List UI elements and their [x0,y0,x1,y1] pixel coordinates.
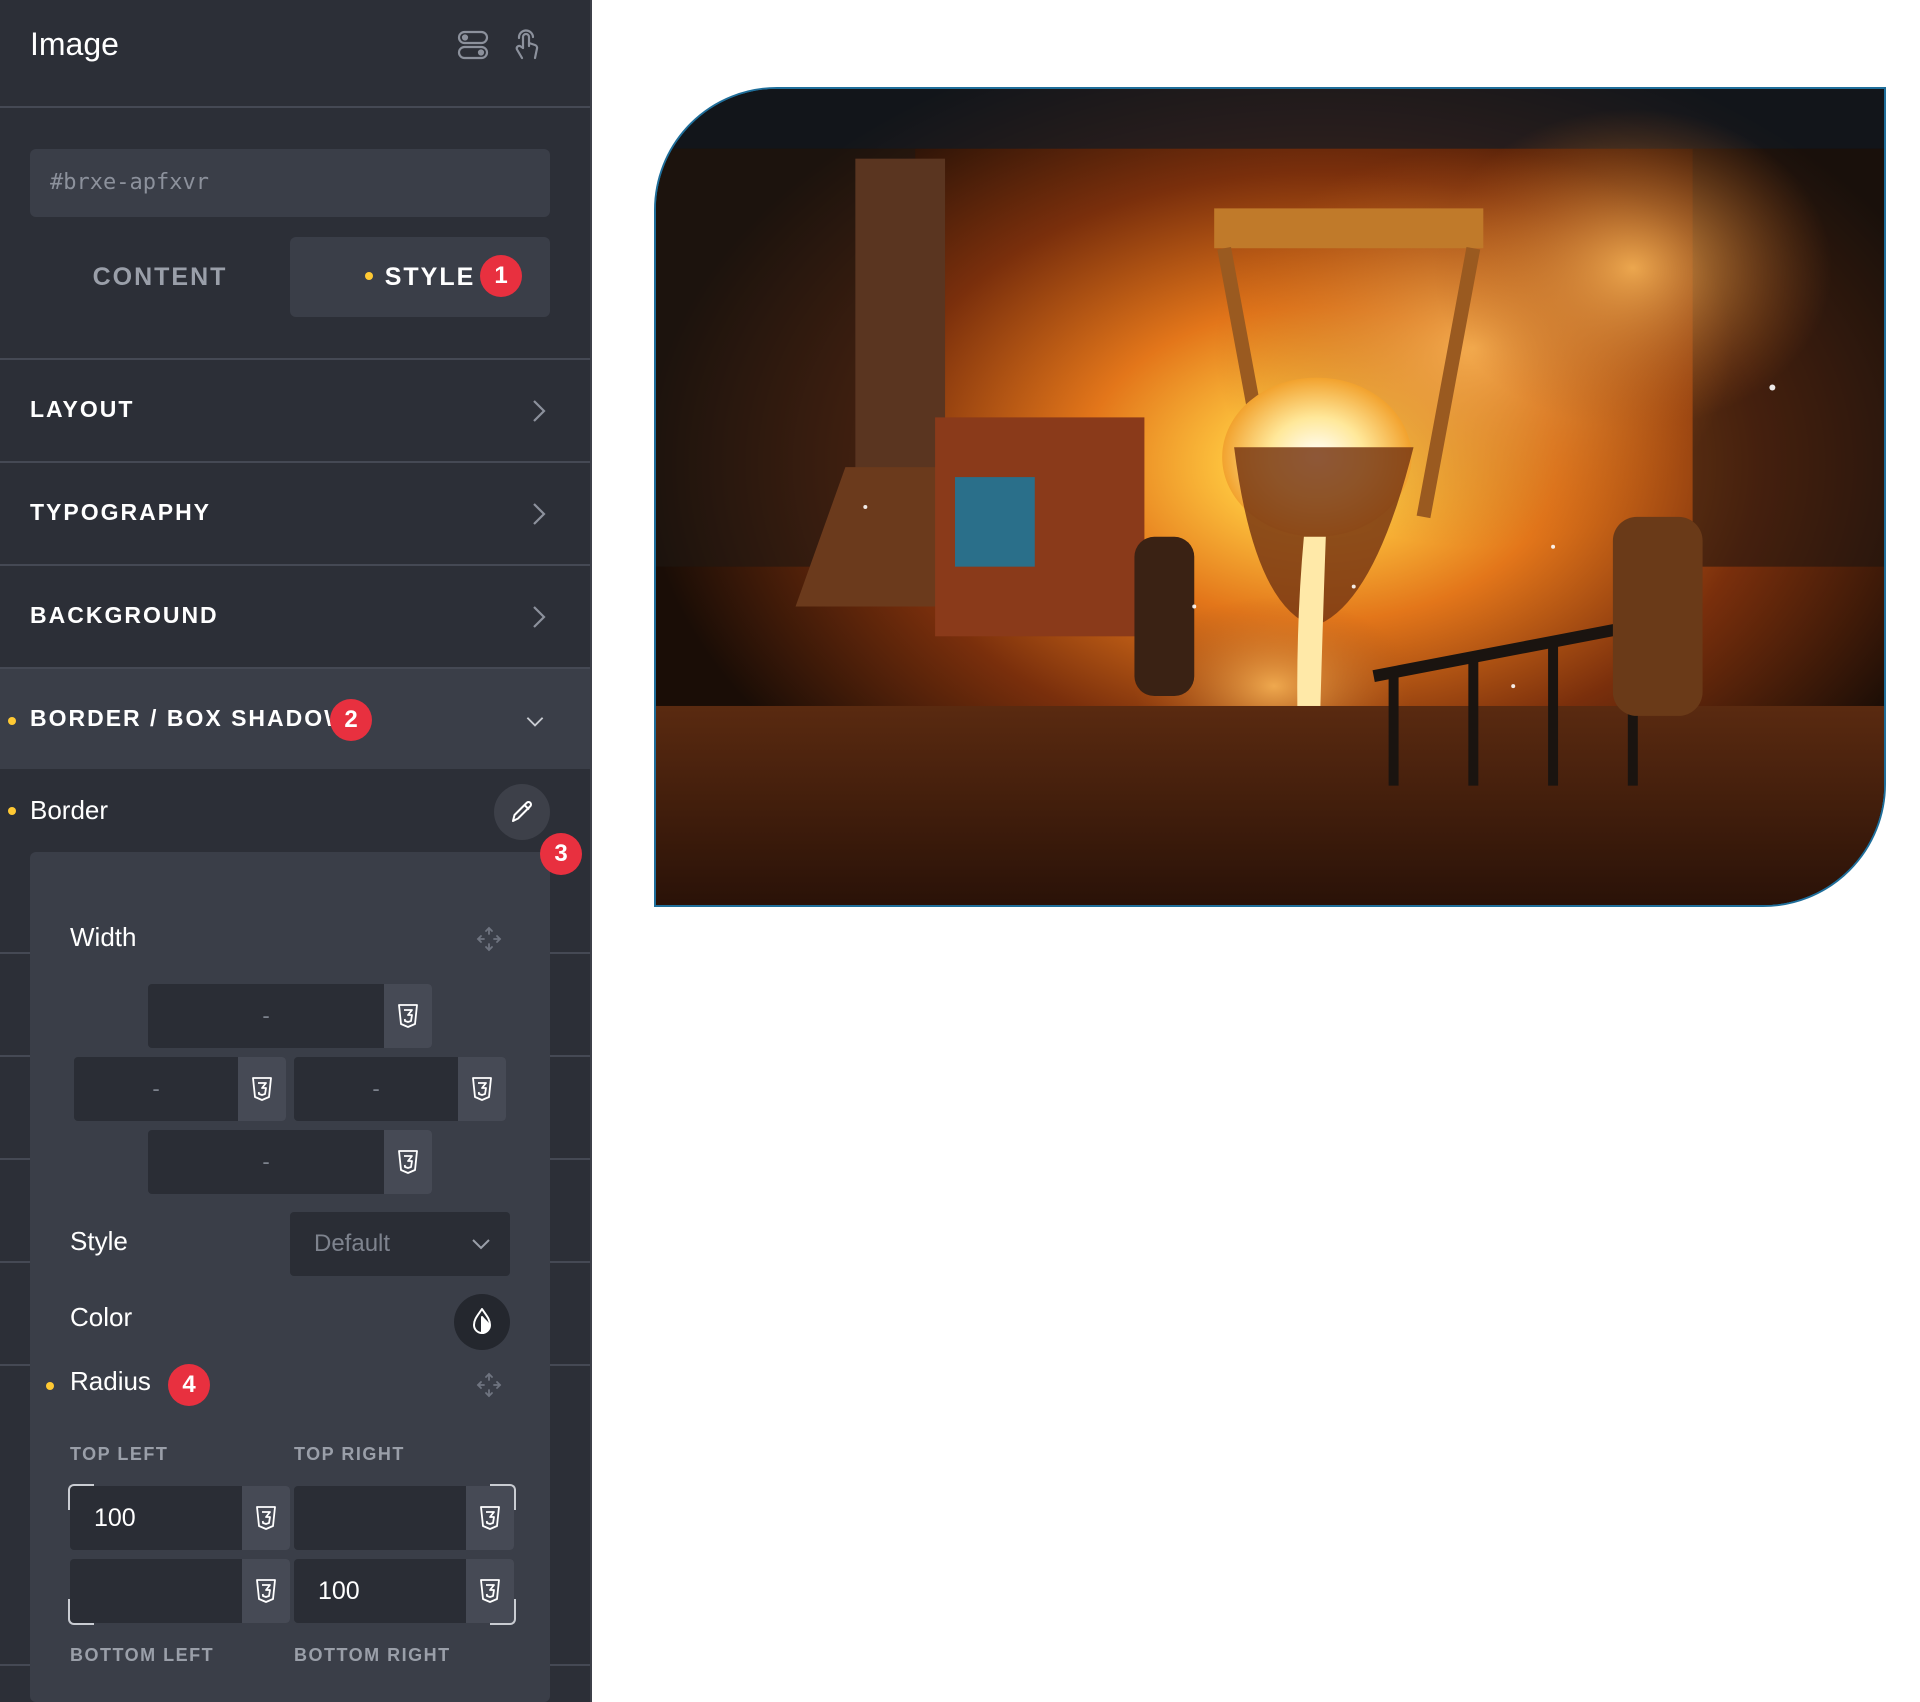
step-badge: 2 [330,699,372,741]
step-badge: 4 [168,1364,210,1406]
color-label: Color [70,1302,133,1332]
modified-dot [8,807,16,815]
style-label: Style [70,1226,128,1256]
pointer-hand-icon[interactable] [510,28,544,62]
modified-dot [46,1382,54,1390]
width-value: - [372,1076,380,1101]
css-id-input[interactable]: #brxe-apfxvr [30,149,550,217]
css3-icon[interactable] [384,1130,432,1194]
width-value: - [262,1149,270,1174]
style-select-value: Default [314,1230,391,1257]
width-value: - [262,1003,270,1028]
border-width-bottom-input[interactable]: - [148,1130,432,1194]
tab-content-label: CONTENT [92,263,228,291]
css3-icon[interactable] [458,1057,506,1121]
tab-style[interactable]: STYLE 1 [290,237,550,317]
section-layout[interactable]: LAYOUT [0,358,590,460]
radius-top-right-input[interactable] [294,1486,514,1550]
panel-title: Image [30,26,119,62]
edit-border-button[interactable] [494,784,550,840]
panel-header: Image [0,0,590,108]
radius-label: Radius [70,1366,151,1396]
border-label: Border [30,795,109,825]
step-badge: 1 [480,255,522,297]
top-left-label: TOP LEFT [70,1444,169,1464]
width-label: Width [70,922,137,952]
bottom-right-label: BOTTOM RIGHT [294,1645,451,1665]
corner-guide [68,1599,94,1625]
foundry-image[interactable] [654,87,1886,907]
section-label: BORDER / BOX SHADOW [30,705,348,731]
color-picker-button[interactable] [454,1294,510,1350]
corner-guide [68,1484,94,1510]
css3-icon[interactable] [384,984,432,1048]
corner-guide [490,1599,516,1625]
link-corners-icon[interactable] [476,1372,502,1398]
radius-value: 100 [318,1577,360,1605]
section-label: BACKGROUND [30,602,219,628]
tab-content[interactable]: CONTENT [30,237,290,317]
corner-guide [490,1484,516,1510]
section-background[interactable]: BACKGROUND [0,564,590,666]
css3-icon[interactable] [238,1057,286,1121]
foundry-photo [656,89,1884,905]
chevron-down-icon [472,1239,490,1250]
section-typography[interactable]: TYPOGRAPHY [0,461,590,563]
chevron-right-icon [528,602,550,632]
radius-bottom-left-input[interactable] [70,1559,290,1623]
section-label: LAYOUT [30,396,135,422]
bottom-left-label: BOTTOM LEFT [70,1645,215,1665]
style-panel: Image #brxe-apfxvr CONTENT STYLE 1 LAYOU… [0,0,592,1702]
border-style-select[interactable]: Default [290,1212,510,1276]
top-right-label: TOP RIGHT [294,1444,405,1464]
css3-icon[interactable] [242,1486,290,1550]
width-value: - [152,1076,160,1101]
border-width-left-input[interactable]: - [74,1057,286,1121]
css3-icon[interactable] [242,1559,290,1623]
chevron-right-icon [528,396,550,426]
section-border-box-shadow[interactable]: BORDER / BOX SHADOW 2 [0,667,590,769]
border-width-right-input[interactable]: - [294,1057,506,1121]
border-popup: Width - - - - Style Default Color Radius… [30,852,550,1702]
radius-top-left-input[interactable]: 100 [70,1486,290,1550]
tab-style-label: STYLE [384,263,476,291]
section-label: TYPOGRAPHY [30,499,212,525]
radius-bottom-right-input[interactable]: 100 [294,1559,514,1623]
link-sides-icon[interactable] [476,926,502,952]
toggle-stack-icon[interactable] [456,28,490,62]
radius-value: 100 [94,1504,136,1532]
step-badge: 3 [540,833,582,875]
chevron-right-icon [528,499,550,529]
modified-dot [364,272,373,281]
droplet-icon [473,1308,491,1334]
chevron-down-icon [524,707,550,737]
border-width-top-input[interactable]: - [148,984,432,1048]
modified-dot [8,717,16,725]
